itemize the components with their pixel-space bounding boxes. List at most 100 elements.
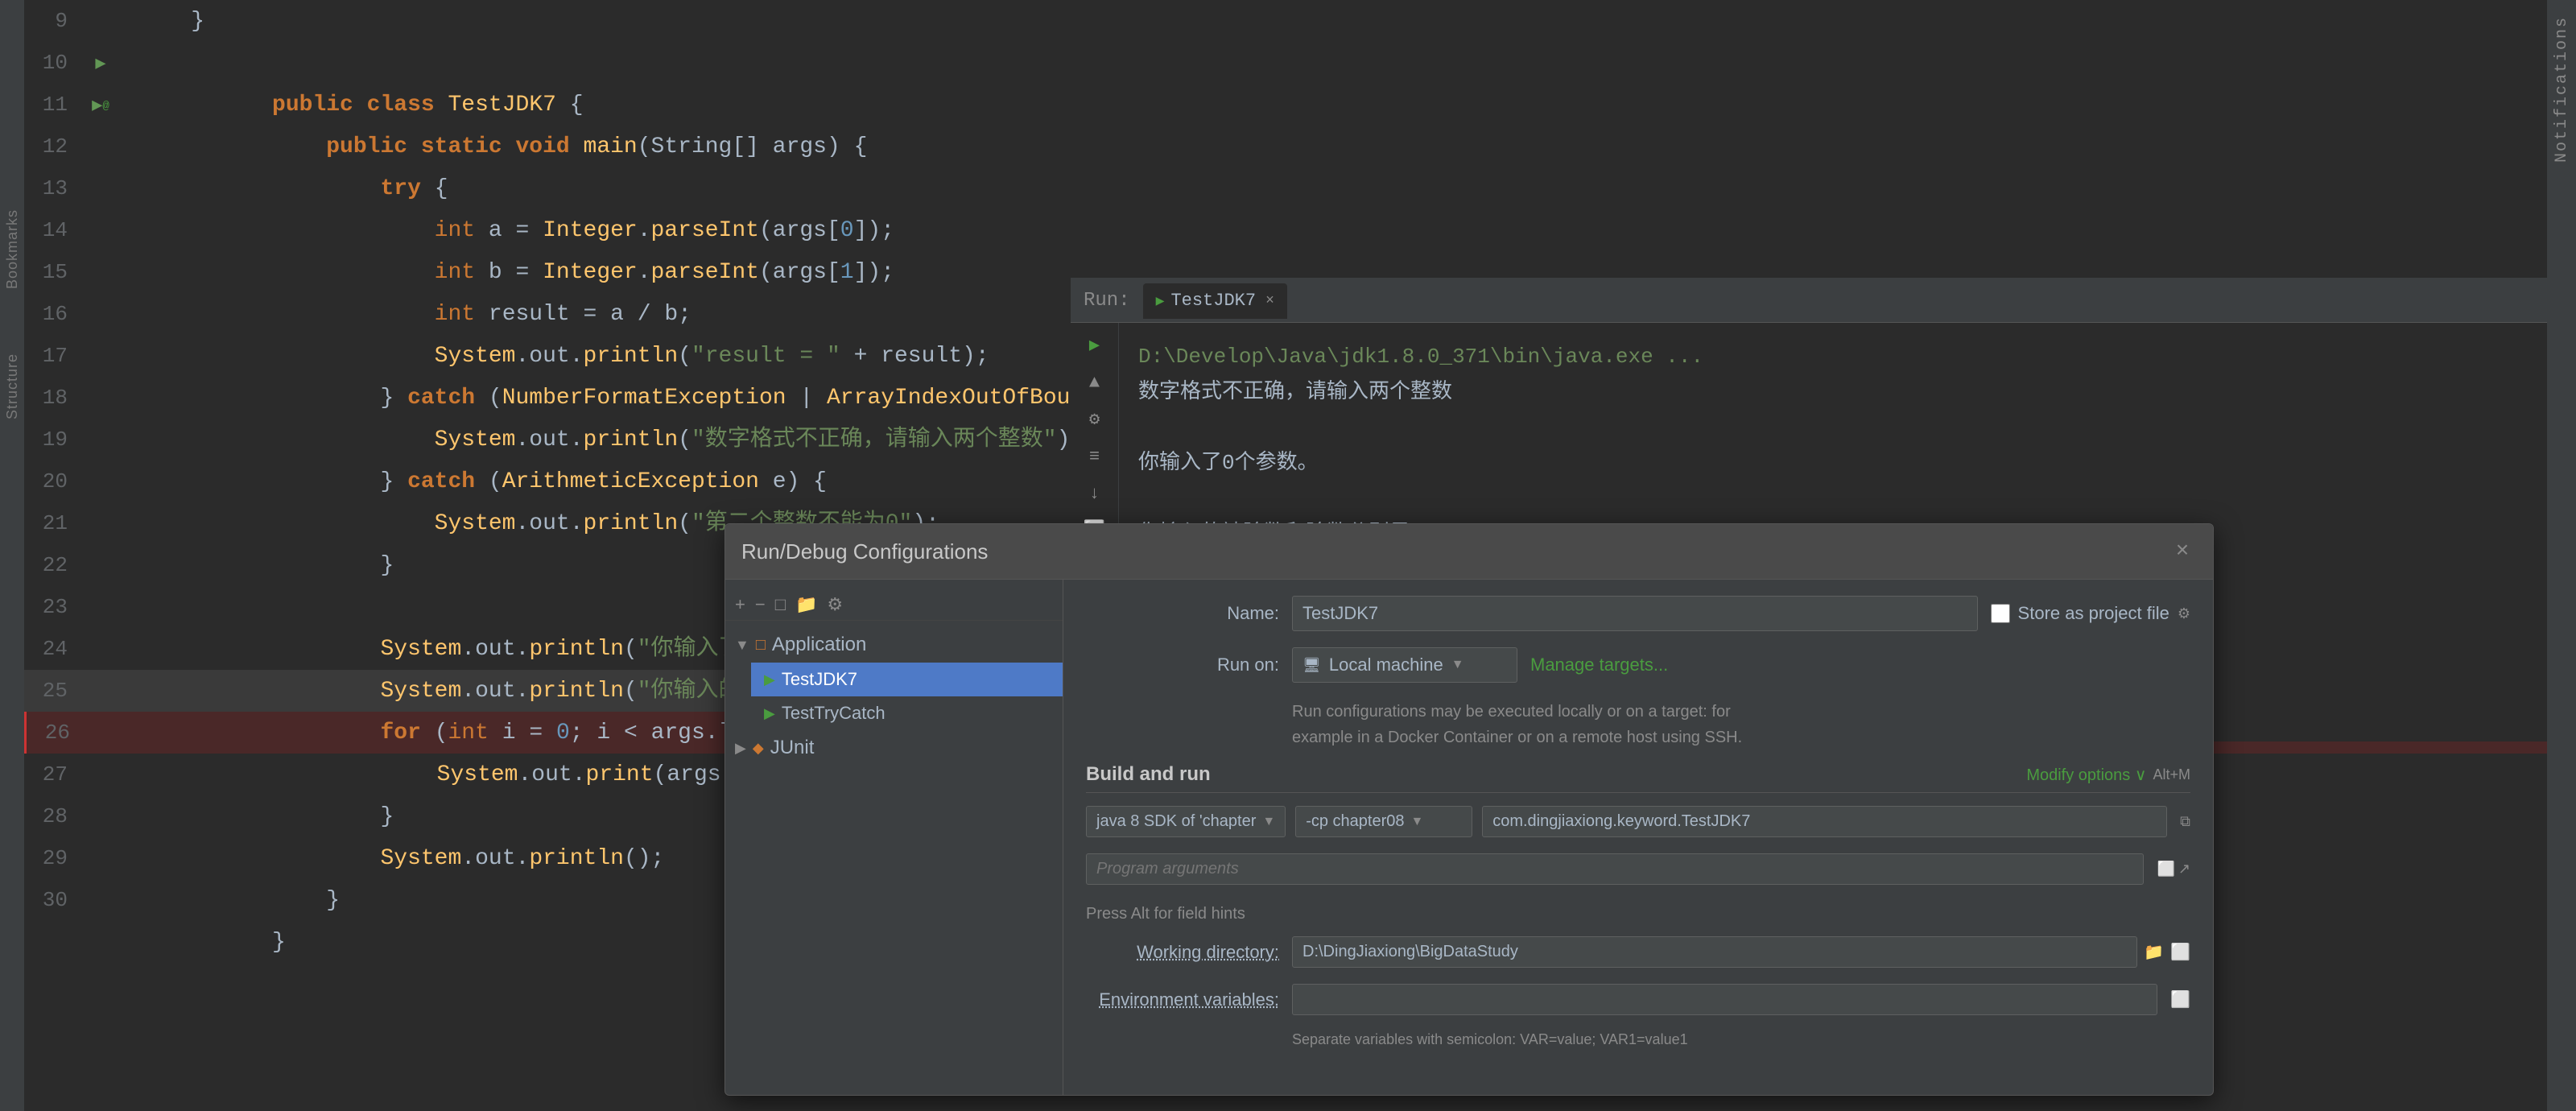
run-output-line-4 xyxy=(1138,481,2557,516)
config-run-on-label: Run on: xyxy=(1086,655,1279,675)
dialog-config-panel: Name: Store as project file ⚙ Run on: 🖥 … xyxy=(1063,580,2213,1095)
config-run-on-row: Run on: 🖥 Local machine ▼ Manage targets… xyxy=(1086,647,2190,683)
tree-item-testtrycatch-label: TestTryCatch xyxy=(782,703,886,724)
tree-app-icon-testtrycatch: ▶ xyxy=(764,705,775,722)
tree-item-testjdk7[interactable]: ▶ TestJDK7 xyxy=(751,663,1063,696)
config-hint: Run configurations may be executed local… xyxy=(1292,699,2190,750)
bookmarks-label[interactable]: Bookmarks xyxy=(4,209,21,289)
store-as-project-label: Store as project file xyxy=(2018,603,2169,624)
notifications-strip: Notifications xyxy=(2547,0,2576,1111)
working-dir-folder-icon[interactable]: 📁 xyxy=(2144,942,2164,962)
junit-icon: ◆ xyxy=(753,740,764,757)
config-store-checkbox-row: Store as project file ⚙ xyxy=(1991,603,2190,624)
tree-settings-btn[interactable]: ⚙ xyxy=(827,594,843,615)
expand-icon-1[interactable]: ⬜ xyxy=(2157,861,2174,878)
code-line-13: 13 int a = Integer.parseInt(args[0]); xyxy=(24,167,2547,209)
dialog-title: Run/Debug Configurations xyxy=(741,539,988,564)
tree-sub-items: ▶ TestJDK7 ▶ TestTryCatch xyxy=(725,663,1063,730)
run-gutter-icon-11[interactable]: ▶ xyxy=(92,85,102,127)
expand-icon-2[interactable]: ↗ xyxy=(2178,861,2190,878)
working-dir-copy-icon[interactable]: ⬜ xyxy=(2170,942,2190,962)
structure-label[interactable]: Structure xyxy=(4,353,21,419)
dialog-title-bar: Run/Debug Configurations × xyxy=(725,524,2213,580)
dialog-body: + − □ 📁 ⚙ □ Application ▶ TestJDK7 ▶ T xyxy=(725,580,2213,1095)
build-and-run-title: Build and run xyxy=(1086,763,1211,786)
run-tab-name: TestJDK7 xyxy=(1170,291,1256,311)
bookmark-gutter-icon: @ xyxy=(102,85,109,127)
junit-chevron-icon xyxy=(735,740,746,757)
run-play-btn[interactable]: ▶ xyxy=(1079,329,1111,361)
modify-options-btn[interactable]: Modify options ∨ Alt+M xyxy=(2026,765,2190,785)
env-vars-row: Environment variables: ⬜ xyxy=(1086,984,2190,1015)
config-name-label: Name: xyxy=(1086,603,1279,624)
application-chevron-icon xyxy=(735,637,749,654)
notifications-label[interactable]: Notifications xyxy=(2553,16,2571,163)
cp-select[interactable]: -cp chapter08 ▼ xyxy=(1295,806,1472,837)
env-vars-label: Environment variables: xyxy=(1086,989,1279,1010)
config-name-row: Name: Store as project file ⚙ xyxy=(1086,596,2190,631)
run-debug-dialog: Run/Debug Configurations × + − □ 📁 ⚙ □ A… xyxy=(724,523,2214,1096)
code-line-9: 9 } xyxy=(24,0,2547,42)
sdk-row: java 8 SDK of 'chapter ▼ -cp chapter08 ▼… xyxy=(1086,806,2190,837)
run-tab-icon: ▶ xyxy=(1156,292,1165,310)
tree-application-group[interactable]: □ Application xyxy=(725,627,1063,663)
tree-remove-btn[interactable]: − xyxy=(755,594,766,615)
tree-add-btn[interactable]: + xyxy=(735,594,745,615)
tree-junit-group[interactable]: ◆ JUnit xyxy=(725,730,1063,766)
structure-sidebar: Bookmarks Structure xyxy=(0,0,24,1111)
tree-toolbar: + − □ 📁 ⚙ xyxy=(725,589,1063,621)
run-output-line-3: 你输入了0个参数。 xyxy=(1138,445,2557,481)
run-panel-label: Run: xyxy=(1084,290,1130,312)
manage-targets-btn[interactable]: Manage targets... xyxy=(1530,655,1668,675)
config-name-input[interactable] xyxy=(1292,596,1978,631)
run-filter-btn[interactable]: ≡ xyxy=(1079,440,1111,473)
prog-args-row: ⬜ ↗ xyxy=(1086,853,2190,885)
working-dir-input[interactable] xyxy=(1292,936,2137,968)
store-gear-icon: ⚙ xyxy=(2178,605,2190,622)
run-output-line-1: 数字格式不正确，请输入两个整数 xyxy=(1138,374,2557,410)
env-vars-input[interactable] xyxy=(1292,984,2157,1015)
run-down-btn[interactable]: ↓ xyxy=(1079,477,1111,510)
cp-chevron-icon: ▼ xyxy=(1411,815,1424,829)
code-line-11: 11 ▶ @ public static void main(String[] … xyxy=(24,84,2547,126)
build-and-run-section-header: Build and run Modify options ∨ Alt+M xyxy=(1086,763,2190,793)
dialog-close-button[interactable]: × xyxy=(2168,537,2197,566)
config-hint-line1: Run configurations may be executed local… xyxy=(1292,703,1731,721)
run-on-chevron-icon: ▼ xyxy=(1451,658,1464,672)
main-class-copy-icon[interactable]: ⧉ xyxy=(2180,813,2190,830)
store-as-project-checkbox[interactable] xyxy=(1991,604,2010,623)
sdk-select[interactable]: java 8 SDK of 'chapter ▼ xyxy=(1086,806,1286,837)
application-folder-icon: □ xyxy=(756,636,766,655)
code-line-12: 12 try { xyxy=(24,126,2547,167)
run-tab-bar: Run: ▶ TestJDK7 × xyxy=(1071,279,2576,323)
code-line-14: 14 int b = Integer.parseInt(args[1]); xyxy=(24,209,2547,251)
expand-icons: ⬜ ↗ xyxy=(2157,861,2190,878)
run-cmd-line: D:\Develop\Java\jdk1.8.0_371\bin\java.ex… xyxy=(1138,339,2557,374)
working-dir-row: Working directory: 📁 ⬜ xyxy=(1086,936,2190,968)
run-on-select[interactable]: 🖥 Local machine ▼ xyxy=(1292,647,1517,683)
tree-folder-btn[interactable]: 📁 xyxy=(795,594,817,615)
modify-options-shortcut: Alt+M xyxy=(2153,766,2190,783)
local-machine-label: Local machine xyxy=(1329,655,1443,675)
env-hint: Separate variables with semicolon: VAR=v… xyxy=(1292,1031,2190,1048)
tree-item-testtrycatch[interactable]: ▶ TestTryCatch xyxy=(751,696,1063,730)
sdk-chevron-icon: ▼ xyxy=(1262,815,1275,829)
config-hint-line2: example in a Docker Container or on a re… xyxy=(1292,729,1742,746)
tree-item-testjdk7-label: TestJDK7 xyxy=(782,669,857,690)
run-gutter-icon[interactable]: ▶ xyxy=(95,43,105,85)
local-machine-icon: 🖥 xyxy=(1302,657,1321,674)
program-arguments-input[interactable] xyxy=(1086,853,2144,885)
run-tab-close[interactable]: × xyxy=(1265,293,1274,309)
main-class-input[interactable] xyxy=(1482,806,2167,837)
run-up-btn[interactable]: ▲ xyxy=(1079,366,1111,399)
tree-copy-btn[interactable]: □ xyxy=(775,594,786,615)
cp-label: -cp chapter08 xyxy=(1306,812,1404,831)
run-tab-testjdk7[interactable]: ▶ TestJDK7 × xyxy=(1143,283,1287,319)
run-settings-btn[interactable]: ⚙ xyxy=(1079,403,1111,436)
code-line-10: 10 ▶ public class TestJDK7 { xyxy=(24,42,2547,84)
dialog-tree-panel: + − □ 📁 ⚙ □ Application ▶ TestJDK7 ▶ T xyxy=(725,580,1063,1095)
working-dir-label: Working directory: xyxy=(1086,942,1279,963)
sdk-label: java 8 SDK of 'chapter xyxy=(1096,812,1256,831)
tree-application-label: Application xyxy=(772,634,866,656)
env-vars-copy-icon[interactable]: ⬜ xyxy=(2170,989,2190,1010)
